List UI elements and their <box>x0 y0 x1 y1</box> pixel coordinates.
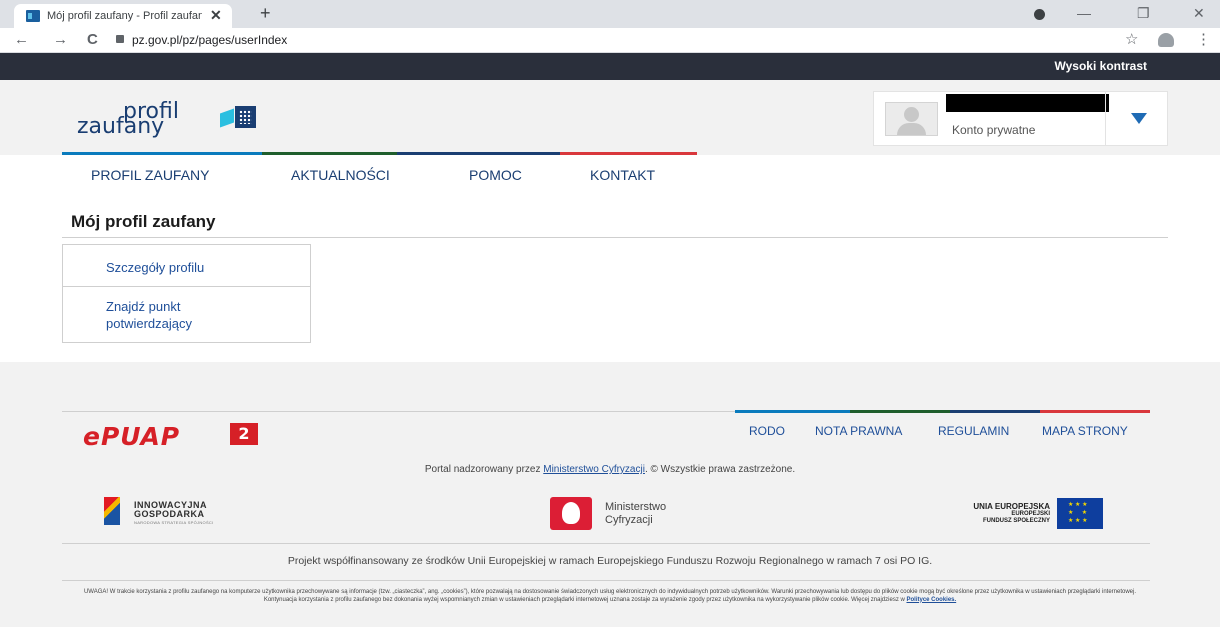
footer-link-nota-prawna[interactable]: NOTA PRAWNA <box>815 424 902 438</box>
side-menu-item-profile-details[interactable]: Szczegóły profilu <box>63 245 310 287</box>
innowacyjna-gospodarka-logo: INNOWACYJNA GOSPODARKA NARODOWA STRATEGI… <box>104 494 304 534</box>
minimize-button[interactable]: — <box>1077 5 1091 21</box>
url-text: pz.gov.pl/pz/pages/userIndex <box>132 33 288 47</box>
footer-link-mapa-strony[interactable]: MAPA STRONY <box>1042 424 1128 438</box>
footer-link-rodo[interactable]: RODO <box>749 424 785 438</box>
ministry-link[interactable]: Ministerstwo Cyfryzacji <box>543 464 645 475</box>
lock-icon[interactable] <box>116 35 124 43</box>
chevron-down-icon[interactable] <box>1131 113 1147 124</box>
window-close-button[interactable]: ✕ <box>1193 5 1205 22</box>
ministerstwo-cyfryzacji-logo: Ministerstwo Cyfryzacji <box>550 494 750 534</box>
new-tab-button[interactable]: + <box>260 3 271 24</box>
site-footer: ePUAP 2 RODO NOTA PRAWNA REGULAMIN MAPA … <box>0 362 1220 627</box>
divider <box>62 580 1150 581</box>
avatar <box>885 102 938 136</box>
user-name-redacted <box>946 94 1109 112</box>
url-input[interactable]: pz.gov.pl/pz/pages/userIndex <box>112 31 1092 50</box>
side-menu-item-label: Szczegóły profilu <box>106 260 205 275</box>
tab-title: Mój profil zaufany - Profil zaufan <box>47 10 202 22</box>
tab-close-icon[interactable]: ✕ <box>210 7 222 24</box>
nav-item-pomoc[interactable]: POMOC <box>469 167 522 183</box>
browser-menu-icon[interactable]: ⋮ <box>1196 30 1211 48</box>
back-button[interactable]: ← <box>14 31 29 48</box>
unia-europejska-logo: UNIA EUROPEJSKA EUROPEJSKI FUNDUSZ SPOŁE… <box>927 494 1167 534</box>
epuap-logo[interactable]: ePUAP <box>83 422 180 451</box>
nav-color-bar <box>62 152 697 155</box>
browser-tab[interactable]: Mój profil zaufany - Profil zaufan ✕ <box>14 4 232 28</box>
logo-mark-icon <box>220 104 258 130</box>
page-title: Mój profil zaufany <box>71 212 216 231</box>
footer-link-regulamin[interactable]: REGULAMIN <box>938 424 1009 438</box>
site-header: profil zaufany Konto prywatne <box>0 80 1220 155</box>
chrome-extension-icon[interactable] <box>1034 9 1045 20</box>
eu-flag-icon <box>1057 498 1103 529</box>
side-menu-item-label: Znajdź punkt potwierdzający <box>106 299 192 331</box>
user-account-box[interactable]: Konto prywatne <box>873 91 1168 146</box>
reload-button[interactable]: C <box>87 31 98 48</box>
epuap-version-badge: 2 <box>230 423 258 445</box>
high-contrast-link[interactable]: Wysoki kontrast <box>1055 59 1147 73</box>
browser-account-icon[interactable] <box>1158 33 1174 47</box>
nav-item-aktualnosci[interactable]: AKTUALNOŚCI <box>291 167 390 183</box>
supervision-note: Portal nadzorowany przez Ministerstwo Cy… <box>424 464 796 475</box>
divider <box>62 237 1168 238</box>
forward-button[interactable]: → <box>53 31 68 48</box>
polish-eagle-icon <box>550 497 592 530</box>
address-bar: ← → C pz.gov.pl/pz/pages/userIndex <box>0 28 1220 53</box>
cofinance-note: Projekt współfinansowany ze środków Unii… <box>287 555 933 567</box>
restore-button[interactable]: ❐ <box>1137 5 1150 22</box>
browser-tab-strip: Mój profil zaufany - Profil zaufan ✕ + —… <box>0 0 1220 28</box>
divider <box>62 543 1150 544</box>
cookie-note: UWAGA! W trakcie korzystania z profilu z… <box>83 589 1137 603</box>
top-strip: Wysoki kontrast <box>0 53 1220 80</box>
ig-flag-icon <box>104 497 120 525</box>
side-menu-item-find-point[interactable]: Znajdź punkt potwierdzający <box>63 287 310 343</box>
logo-text-line2: zaufany <box>77 114 165 139</box>
footer-color-bar <box>735 410 1150 413</box>
bookmark-star-icon[interactable]: ☆ <box>1125 30 1138 48</box>
user-box-divider <box>1105 92 1106 145</box>
nav-item-profil-zaufany[interactable]: PROFIL ZAUFANY <box>91 167 210 183</box>
cookie-policy-link[interactable]: Polityce Cookies. <box>906 597 956 603</box>
account-type-label: Konto prywatne <box>952 123 1036 137</box>
side-menu: Szczegóły profilu Znajdź punkt potwierdz… <box>62 244 311 343</box>
profil-zaufany-favicon-icon <box>26 10 40 22</box>
nav-item-kontakt[interactable]: KONTAKT <box>590 167 655 183</box>
